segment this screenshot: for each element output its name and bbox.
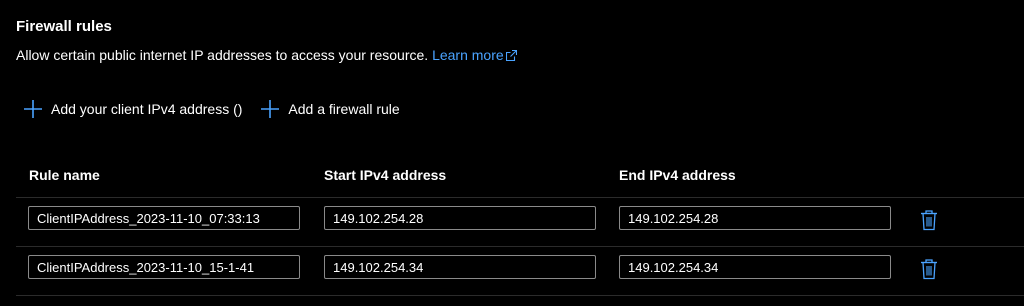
start-ip-input[interactable] <box>324 206 596 230</box>
end-ip-input[interactable] <box>619 206 891 230</box>
column-header-start-ip: Start IPv4 address <box>324 167 447 183</box>
plus-icon <box>24 100 42 118</box>
trash-icon[interactable] <box>919 209 939 231</box>
external-link-icon <box>505 50 517 61</box>
description-text: Allow certain public internet IP address… <box>16 47 429 63</box>
rule-name-input[interactable] <box>28 206 300 230</box>
add-client-ip-button[interactable]: Add your client IPv4 address () <box>23 99 242 119</box>
end-ip-input[interactable] <box>619 255 891 279</box>
table-row <box>16 198 1024 247</box>
add-client-ip-label: Add your client IPv4 address () <box>51 101 243 117</box>
column-header-rule-name: Rule name <box>29 167 100 183</box>
start-ip-input[interactable] <box>324 255 596 279</box>
learn-more-label: Learn more <box>432 47 504 63</box>
section-title: Firewall rules <box>16 18 112 35</box>
column-header-end-ip: End IPv4 address <box>619 167 736 183</box>
table-row <box>16 247 1024 296</box>
trash-icon[interactable] <box>919 258 939 280</box>
plus-icon <box>261 100 280 118</box>
rule-name-input[interactable] <box>28 255 300 279</box>
learn-more-link[interactable]: Learn more <box>432 47 517 63</box>
toolbar: Add your client IPv4 address () Add a fi… <box>23 99 400 119</box>
add-firewall-rule-label: Add a firewall rule <box>288 101 400 117</box>
firewall-rules-table: Rule name Start IPv4 address End IPv4 ad… <box>16 153 1024 296</box>
table-header: Rule name Start IPv4 address End IPv4 ad… <box>16 153 1024 198</box>
add-firewall-rule-button[interactable]: Add a firewall rule <box>260 99 400 119</box>
section-description: Allow certain public internet IP address… <box>16 47 517 63</box>
firewall-rules-panel: Firewall rules Allow certain public inte… <box>0 0 1024 306</box>
